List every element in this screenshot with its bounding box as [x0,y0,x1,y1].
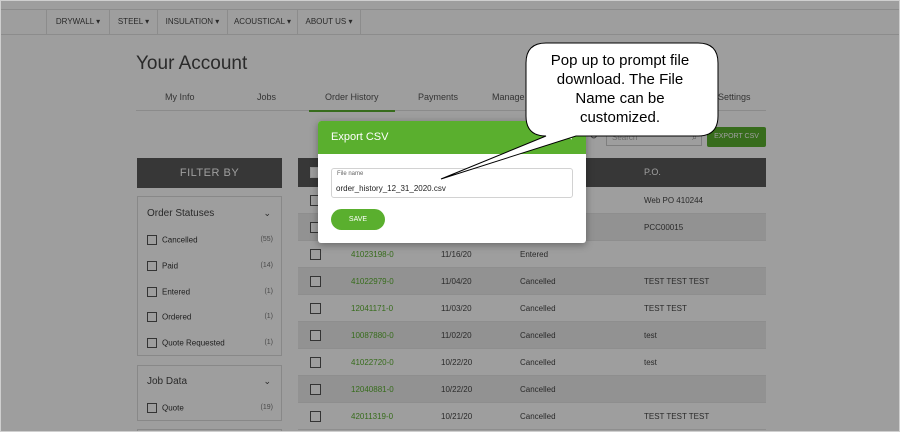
app-window: DRYWALL ▾ STEEL ▾ INSULATION ▾ ACOUSTICA… [0,0,900,432]
callout-line: download. The File [556,71,684,88]
callout-line: customized. [579,109,661,126]
callout-bubble [440,42,719,180]
callout-line: Pop up to prompt file [550,52,690,69]
callout-line: Name can be [575,90,665,107]
callout-text: Pop up to prompt file download. The File… [531,51,709,127]
